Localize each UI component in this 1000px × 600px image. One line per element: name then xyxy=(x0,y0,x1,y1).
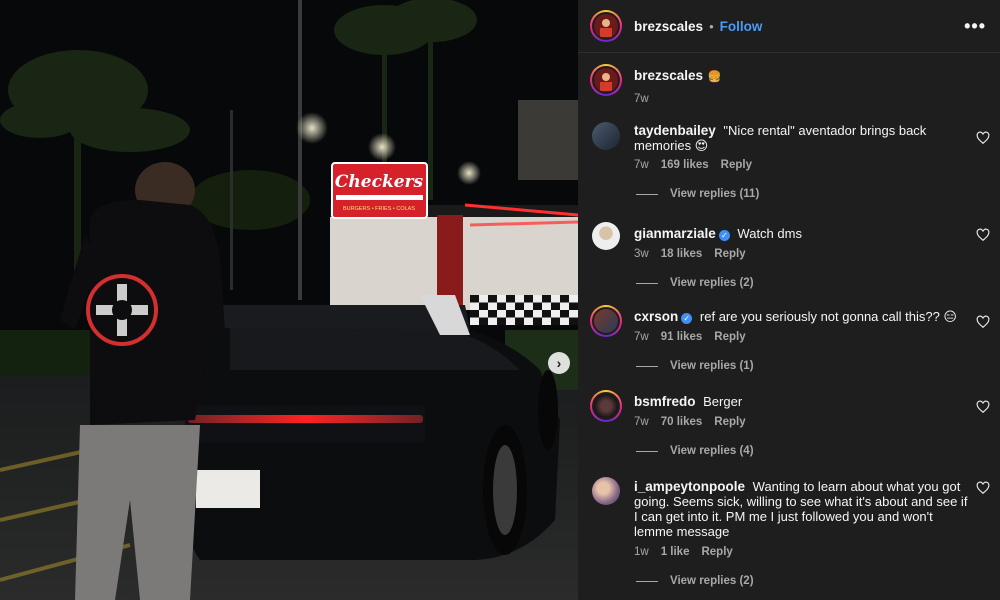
sign-text: Checkers xyxy=(335,172,424,192)
view-replies-label: View replies (11) xyxy=(670,188,760,200)
comment-time: 7w xyxy=(634,159,649,171)
comment-likes[interactable]: 70 likes xyxy=(661,416,703,428)
commenter-username[interactable]: taydenbailey xyxy=(634,123,716,138)
comment-time: 7w xyxy=(634,331,649,343)
comment-item: i_ampeytonpoole Wanting to learn about w… xyxy=(578,475,1000,587)
comment-likes[interactable]: 18 likes xyxy=(661,248,703,260)
view-replies-label: View replies (1) xyxy=(670,360,754,372)
comment-likes[interactable]: 91 likes xyxy=(661,331,703,343)
heart-icon[interactable] xyxy=(976,481,990,495)
night-scene-illustration: Checkers BURGERS • FRIES • COLAS xyxy=(0,0,578,600)
comment-text: Watch dms xyxy=(737,226,802,241)
post-caption: brezscales 🍔 7w xyxy=(578,53,1000,111)
comment-time: 1w xyxy=(634,546,649,558)
heart-icon[interactable] xyxy=(976,131,990,145)
comment-likes[interactable]: 1 like xyxy=(661,546,690,558)
sign-subtext: BURGERS • FRIES • COLAS xyxy=(343,206,415,212)
comment-item: gianmarziale ✓ Watch dms 3w 18 likes Repl… xyxy=(578,220,1000,292)
view-replies-label: View replies (4) xyxy=(670,445,754,457)
divider-line xyxy=(636,450,658,452)
post-header: brezscales • Follow ••• xyxy=(578,0,1000,53)
comments-panel: brezscales • Follow ••• brezscales 🍔 7w … xyxy=(578,0,1000,600)
reply-button[interactable]: Reply xyxy=(714,248,745,260)
post-viewer: Checkers BURGERS • FRIES • COLAS › brezs… xyxy=(0,0,1000,600)
commenter-avatar[interactable] xyxy=(592,222,620,250)
separator-dot: • xyxy=(709,18,714,34)
view-replies-label: View replies (2) xyxy=(670,277,754,289)
reply-button[interactable]: Reply xyxy=(701,546,732,558)
avatar-image xyxy=(595,15,617,37)
view-replies-button[interactable]: View replies (1) xyxy=(636,360,970,372)
comment-text: Berger xyxy=(703,394,743,409)
comment-time: 3w xyxy=(634,248,649,260)
caption-text: 🍔 xyxy=(707,71,722,83)
comment-likes[interactable]: 169 likes xyxy=(661,159,709,171)
divider-line xyxy=(636,365,658,367)
reply-button[interactable]: Reply xyxy=(721,159,752,171)
follow-button[interactable]: Follow xyxy=(720,19,763,34)
divider-line xyxy=(636,282,658,284)
verified-badge-icon: ✓ xyxy=(718,230,730,241)
view-replies-button[interactable]: View replies (4) xyxy=(636,445,970,457)
commenter-username[interactable]: gianmarziale xyxy=(634,226,716,241)
commenter-username[interactable]: i_ampeytonpoole xyxy=(634,479,745,494)
comment-item: taydenbailey "Nice rental" aventador bri… xyxy=(578,120,1000,206)
heart-icon[interactable] xyxy=(976,228,990,242)
view-replies-button[interactable]: View replies (2) xyxy=(636,277,970,289)
comment-item: cxrson ✓ ref are you seriously not gonna … xyxy=(578,305,1000,377)
next-image-button[interactable]: › xyxy=(548,352,570,374)
checkers-sign: Checkers BURGERS • FRIES • COLAS xyxy=(331,162,428,219)
divider-line xyxy=(636,580,658,582)
caption-time: 7w xyxy=(634,93,649,105)
view-replies-button[interactable]: View replies (11) xyxy=(636,188,970,200)
reply-button[interactable]: Reply xyxy=(714,416,745,428)
view-replies-button[interactable]: View replies (2) xyxy=(636,575,970,587)
heart-icon[interactable] xyxy=(976,315,990,329)
comment-time: 7w xyxy=(634,416,649,428)
author-avatar[interactable] xyxy=(590,10,622,42)
commenter-username[interactable]: cxrson xyxy=(634,309,678,324)
commenter-avatar[interactable] xyxy=(592,122,620,150)
caption-username[interactable]: brezscales xyxy=(634,68,703,83)
commenter-avatar[interactable] xyxy=(590,305,622,337)
reply-button[interactable]: Reply xyxy=(714,331,745,343)
heart-icon[interactable] xyxy=(976,400,990,414)
comment-item: bsmfredo Berger 7w 70 likes Reply View r… xyxy=(578,390,1000,462)
more-options-icon[interactable]: ••• xyxy=(964,16,986,37)
chevron-right-icon: › xyxy=(556,355,562,371)
commenter-avatar[interactable] xyxy=(592,477,620,505)
author-username[interactable]: brezscales xyxy=(634,19,703,34)
caption-avatar[interactable] xyxy=(590,64,622,96)
commenter-username[interactable]: bsmfredo xyxy=(634,394,696,409)
view-replies-label: View replies (2) xyxy=(670,575,754,587)
avatar-image xyxy=(595,69,617,91)
divider-line xyxy=(636,193,658,195)
post-photo[interactable]: Checkers BURGERS • FRIES • COLAS › xyxy=(0,0,578,600)
comment-text: ref are you seriously not gonna call thi… xyxy=(699,309,957,324)
verified-badge-icon: ✓ xyxy=(681,313,693,324)
commenter-avatar[interactable] xyxy=(590,390,622,422)
